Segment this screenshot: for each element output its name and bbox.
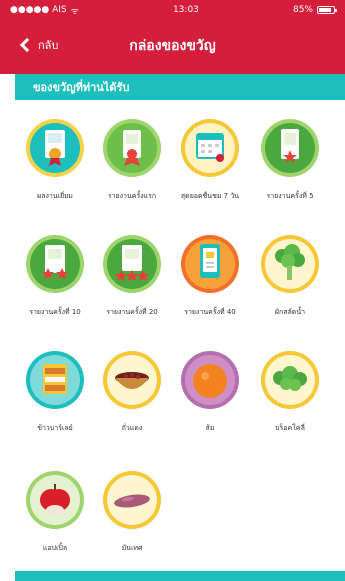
status-bar: ●●●●● AIS ᯤ 13:03 85% — [0, 0, 345, 20]
gift-badge-label: ผลงานเยี่ยม — [37, 192, 73, 200]
left-rail — [0, 100, 15, 581]
gift-badge-label: ถั่วแดง — [121, 424, 143, 432]
phone-certificate-icon — [180, 234, 240, 294]
section-title: ของขวัญที่ท่านได้รับ — [33, 81, 130, 94]
cereal-box-icon — [25, 350, 85, 410]
carrier-text: ●●●●● AIS — [10, 5, 67, 15]
section-header: ของขวัญที่ท่านได้รับ — [15, 74, 345, 100]
gift-badge-label: แอปเปิ้ล — [42, 544, 68, 552]
orange-fruit-icon — [180, 350, 240, 410]
gift-badge-label: สุดยอดชื่นชม 7 วัน — [180, 192, 240, 200]
red-beans-bowl-icon — [102, 350, 162, 410]
certificate-star-icon — [260, 118, 320, 178]
nav-bar: กลับ กล่องของขวัญ — [0, 20, 345, 74]
gift-badge-label: รายงานครั้งแรก — [107, 192, 157, 200]
certificate-two-stars-icon — [25, 234, 85, 294]
gift-badge-label: ผักสลัดน้ำ — [274, 308, 306, 316]
wifi-icon: ᯤ — [70, 6, 79, 17]
status-time: 13:03 — [172, 5, 199, 15]
gift-badge-label: ส้ม — [205, 424, 215, 432]
apple-icon — [25, 470, 85, 530]
broccoli-florets-icon — [260, 350, 320, 410]
gift-badge-label: ข้าวบาร์เลย์ — [37, 424, 73, 432]
certificate-medal-icon — [25, 118, 85, 178]
battery-icon — [316, 6, 337, 14]
gift-badge-label: บร็อคโคลี่ — [275, 424, 305, 432]
page-title: กล่องของขวัญ — [129, 38, 216, 54]
gift-badge-label: รายงานครั้งที่ 5 — [266, 192, 314, 200]
bottom-section-bar — [15, 571, 345, 581]
calendar-icon — [180, 118, 240, 178]
certificate-ribbon-icon — [102, 118, 162, 178]
gift-badge-label: รายงานครั้งที่ 20 — [106, 308, 158, 316]
gift-badge-label: รายงานครั้งที่ 10 — [29, 308, 81, 316]
broccoli-icon — [260, 234, 320, 294]
certificate-three-stars-icon — [102, 234, 162, 294]
gift-badge-label: มันเทศ — [121, 544, 143, 552]
sweet-potato-icon — [102, 470, 162, 530]
gift-badge-label: รายงานครั้งที่ 40 — [184, 308, 236, 316]
battery-percent: 85% — [292, 5, 313, 15]
